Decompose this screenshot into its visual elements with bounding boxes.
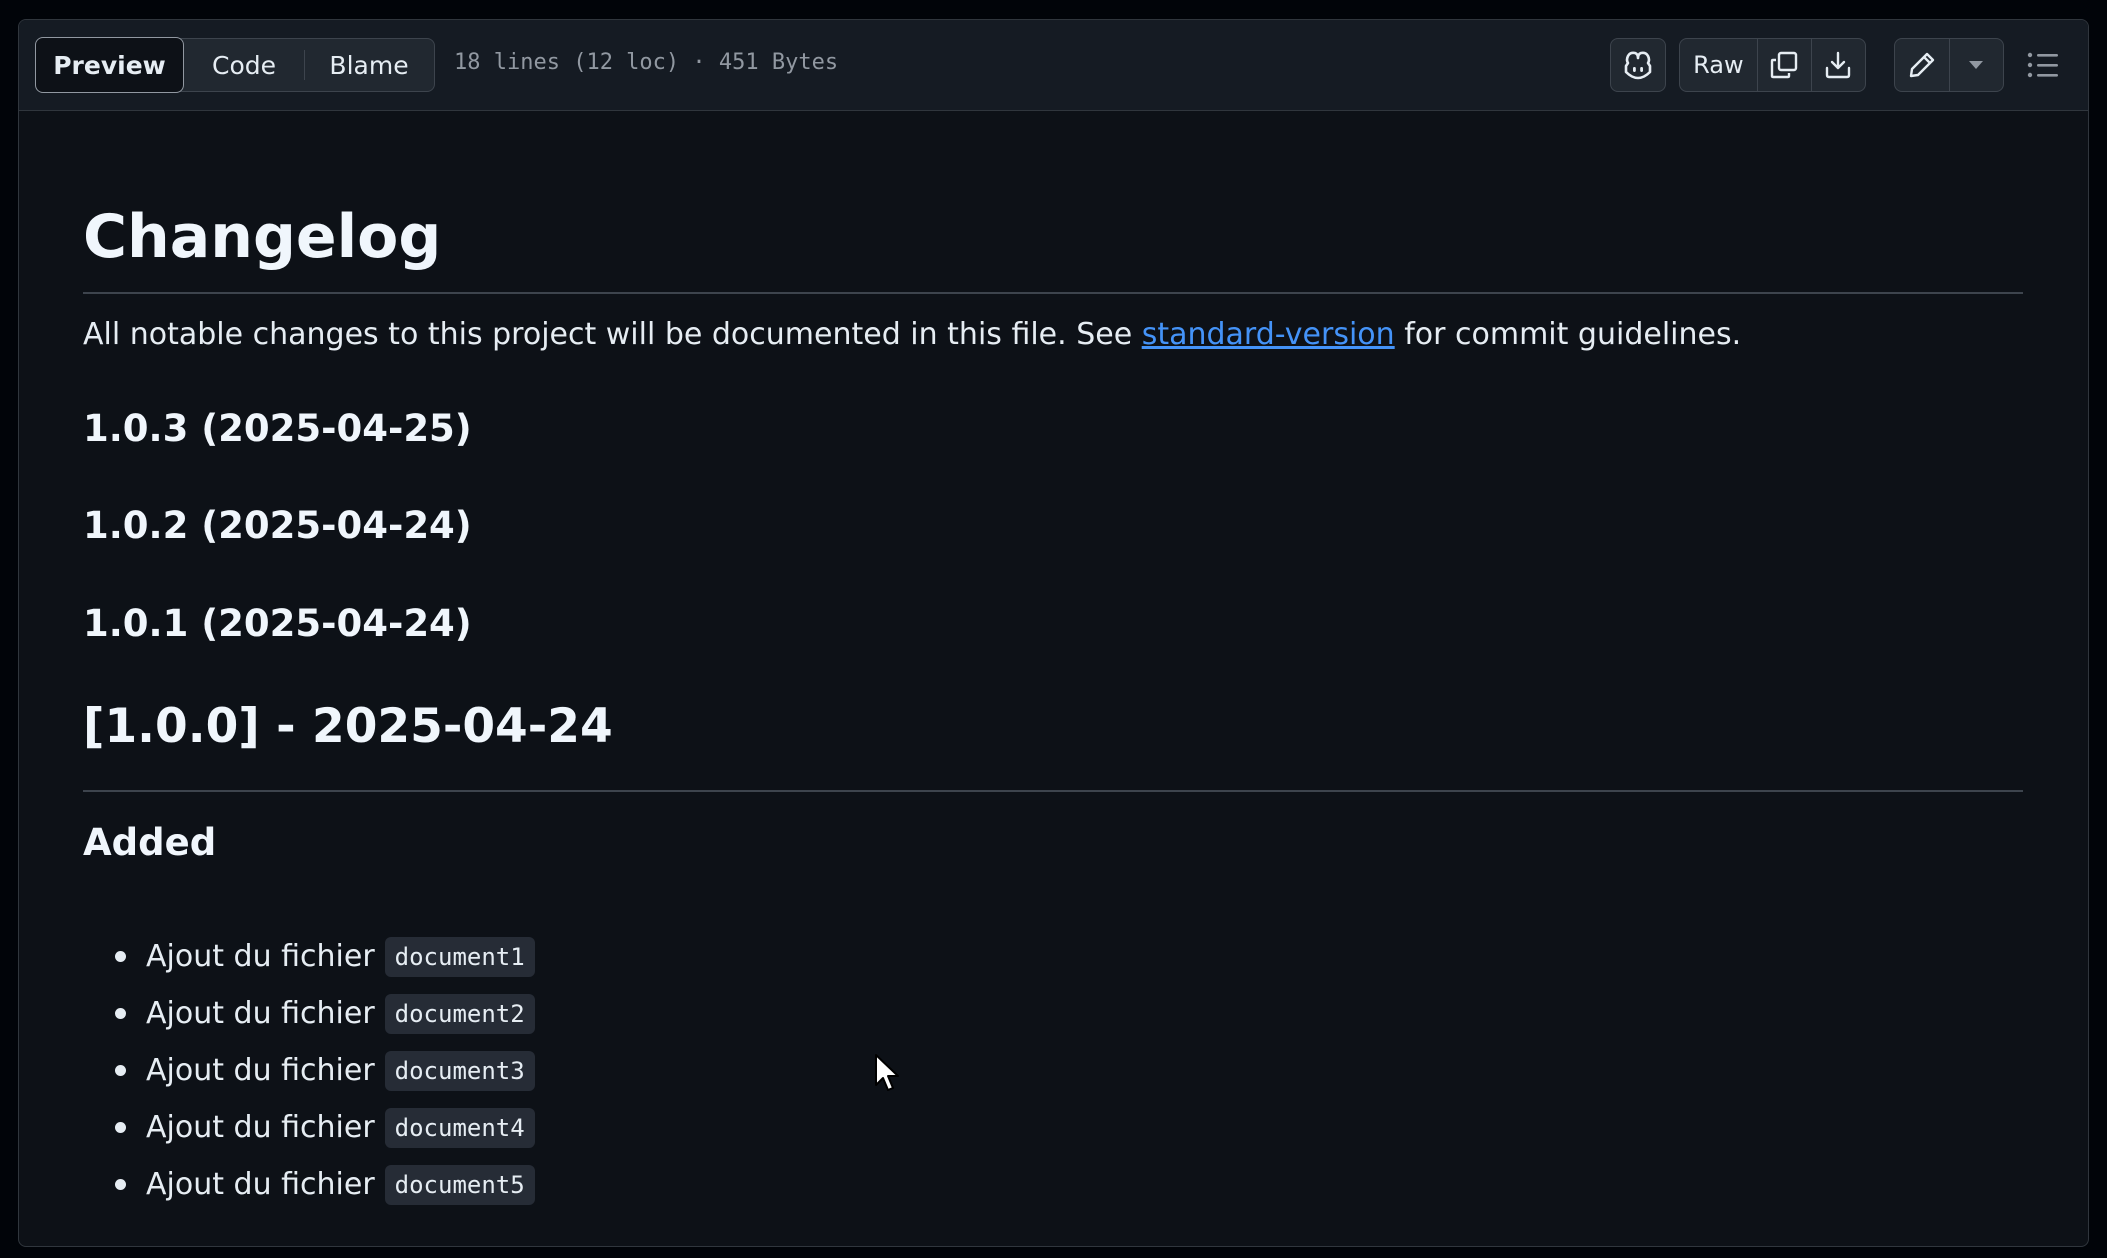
copy-icon	[1771, 51, 1798, 79]
list-item: Ajout du fichier document5	[83, 1156, 535, 1213]
added-list: Ajout du fichier document1 Ajout du fichi…	[83, 928, 535, 1213]
raw-label: Raw	[1693, 51, 1744, 79]
list-item-text: Ajout du fichier	[146, 1110, 375, 1145]
file-actions-group: Raw	[1679, 38, 1866, 92]
download-icon	[1826, 51, 1851, 79]
intro-paragraph: All notable changes to this project will…	[83, 317, 1741, 352]
copy-raw-button[interactable]	[1758, 39, 1812, 91]
bullet	[115, 1122, 126, 1133]
copilot-icon	[1624, 51, 1652, 80]
version-heading: 1.0.1 (2025-04-24)	[83, 602, 472, 645]
view-mode-toggle: Preview Code Blame	[35, 37, 435, 93]
bullet	[115, 1179, 126, 1190]
mouse-cursor-icon	[875, 1054, 899, 1091]
list-item-text: Ajout du fichier	[146, 1167, 375, 1202]
release-divider	[83, 790, 2023, 792]
standard-version-link[interactable]: standard-version	[1142, 317, 1395, 352]
pencil-icon	[1909, 52, 1935, 78]
list-item-text: Ajout du fichier	[146, 939, 375, 974]
file-viewer: Preview Code Blame 18 lines (12 loc) · 4…	[18, 19, 2089, 1247]
added-heading: Added	[83, 821, 217, 864]
bullet	[115, 1008, 126, 1019]
bullet	[115, 951, 126, 962]
triangle-down-icon	[1969, 61, 1984, 69]
list-item: Ajout du fichier document3	[83, 1042, 535, 1099]
tab-blame[interactable]: Blame	[305, 39, 433, 91]
inline-code: document5	[384, 1164, 535, 1205]
edit-button[interactable]	[1895, 39, 1950, 91]
file-header: Preview Code Blame 18 lines (12 loc) · 4…	[19, 20, 2088, 111]
intro-text: All notable changes to this project will…	[83, 317, 1142, 352]
list-item-text: Ajout du fichier	[146, 1053, 375, 1088]
list-item: Ajout du fichier document2	[83, 985, 535, 1042]
inline-code: document1	[384, 936, 535, 977]
copilot-button[interactable]	[1610, 38, 1666, 92]
tab-code[interactable]: Code	[184, 39, 304, 91]
inline-code: document3	[384, 1050, 535, 1091]
version-heading: 1.0.3 (2025-04-25)	[83, 407, 472, 450]
outline-button[interactable]	[2019, 42, 2067, 88]
download-button[interactable]	[1812, 39, 1865, 91]
version-heading: 1.0.2 (2025-04-24)	[83, 504, 472, 547]
intro-text-end: for commit guidelines.	[1394, 317, 1742, 352]
tab-preview[interactable]: Preview	[35, 37, 184, 93]
edit-actions-group	[1894, 38, 2004, 92]
list-unordered-icon	[2027, 52, 2058, 78]
edit-more-dropdown[interactable]	[1950, 39, 2003, 91]
page-title: Changelog	[83, 202, 442, 272]
list-item-text: Ajout du fichier	[146, 996, 375, 1031]
list-item: Ajout du fichier document1	[83, 928, 535, 985]
raw-button[interactable]: Raw	[1680, 39, 1758, 91]
file-info: 18 lines (12 loc) · 451 Bytes	[454, 50, 839, 75]
list-item: Ajout du fichier document4	[83, 1099, 535, 1156]
release-heading: [1.0.0] - 2025-04-24	[83, 699, 613, 754]
inline-code: document4	[384, 1107, 535, 1148]
inline-code: document2	[384, 993, 535, 1034]
bullet	[115, 1065, 126, 1076]
title-divider	[83, 292, 2023, 294]
